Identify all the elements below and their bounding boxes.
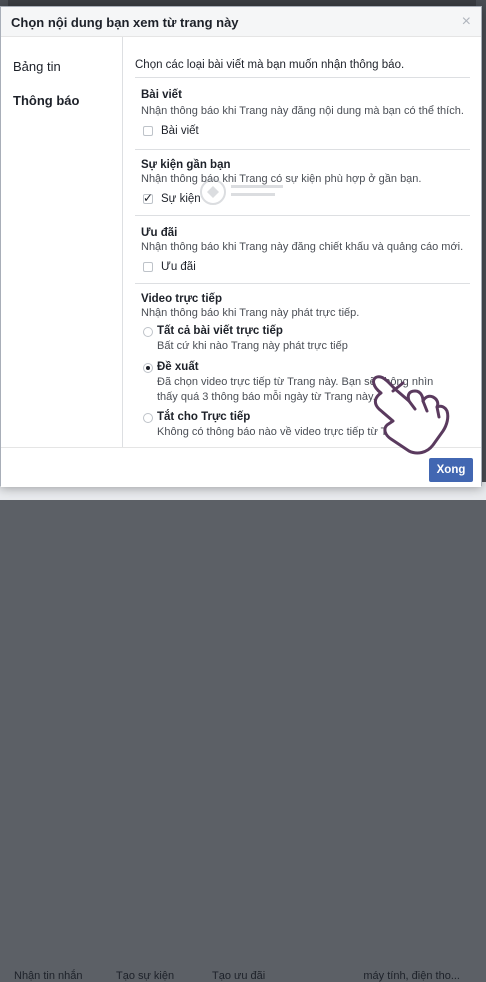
background-tab: Nhận tin nhắn	[14, 970, 83, 982]
watermark-logo	[200, 179, 283, 205]
events-checkbox[interactable]: ✓	[143, 191, 154, 205]
divider	[135, 149, 470, 150]
section-description: Nhận thông báo khi Trang này đăng chiết …	[141, 241, 464, 253]
section-title: Video trực tiếp	[141, 293, 222, 305]
notification-dialog: Chọn nội dung bạn xem từ trang này × Bản…	[0, 6, 482, 487]
posts-checkbox[interactable]	[143, 126, 153, 136]
checkbox-label: Ưu đãi	[161, 261, 196, 273]
dialog-title: Chọn nội dung bạn xem từ trang này	[11, 15, 239, 30]
background-text: máy tính, điện tho...	[363, 970, 460, 982]
divider	[135, 215, 470, 216]
radio-description: Bất cứ khi nào Trang này phát trực tiếp	[157, 340, 348, 352]
offers-checkbox-option[interactable]: Ưu đãi	[143, 261, 196, 273]
dialog-sidebar: Bảng tin Thông báo	[1, 37, 123, 447]
radio-button[interactable]	[143, 327, 153, 337]
radio-button[interactable]	[143, 413, 153, 423]
events-checkbox-option[interactable]: ✓ Sự kiện	[143, 191, 201, 205]
radio-label: Tắt cho Trực tiếp	[157, 411, 251, 423]
checkbox-label: Bài viết	[161, 125, 199, 137]
offers-checkbox[interactable]	[143, 262, 153, 272]
sidebar-item-notifications[interactable]: Thông báo	[13, 93, 79, 108]
section-title: Ưu đãi	[141, 227, 178, 239]
intro-text: Chọn các loại bài viết mà bạn muốn nhận …	[135, 59, 405, 71]
radio-selected-dot	[146, 366, 150, 370]
close-icon[interactable]: ×	[462, 13, 471, 31]
background-tab: Tạo ưu đãi	[212, 970, 266, 982]
checkbox-label: Sự kiện	[161, 193, 201, 205]
sidebar-item-news-feed[interactable]: Bảng tin	[13, 59, 61, 74]
radio-label: Đề xuất	[157, 361, 199, 373]
divider	[135, 283, 470, 284]
divider	[135, 77, 470, 78]
radio-button[interactable]	[143, 363, 153, 373]
section-description: Nhận thông báo khi Trang này phát trực t…	[141, 307, 360, 319]
section-title: Sự kiện gần bạn	[141, 159, 231, 171]
dialog-header: Chọn nội dung bạn xem từ trang này ×	[1, 7, 481, 37]
posts-checkbox-option[interactable]: Bài viết	[143, 125, 199, 137]
pointing-hand-icon	[372, 375, 450, 455]
radio-label: Tất cả bài viết trực tiếp	[157, 325, 283, 337]
check-icon: ✓	[143, 191, 154, 205]
background-tab: Tạo sự kiện	[116, 970, 175, 982]
section-description: Nhận thông báo khi Trang này đăng nội du…	[141, 105, 464, 117]
section-title: Bài viết	[141, 89, 182, 101]
